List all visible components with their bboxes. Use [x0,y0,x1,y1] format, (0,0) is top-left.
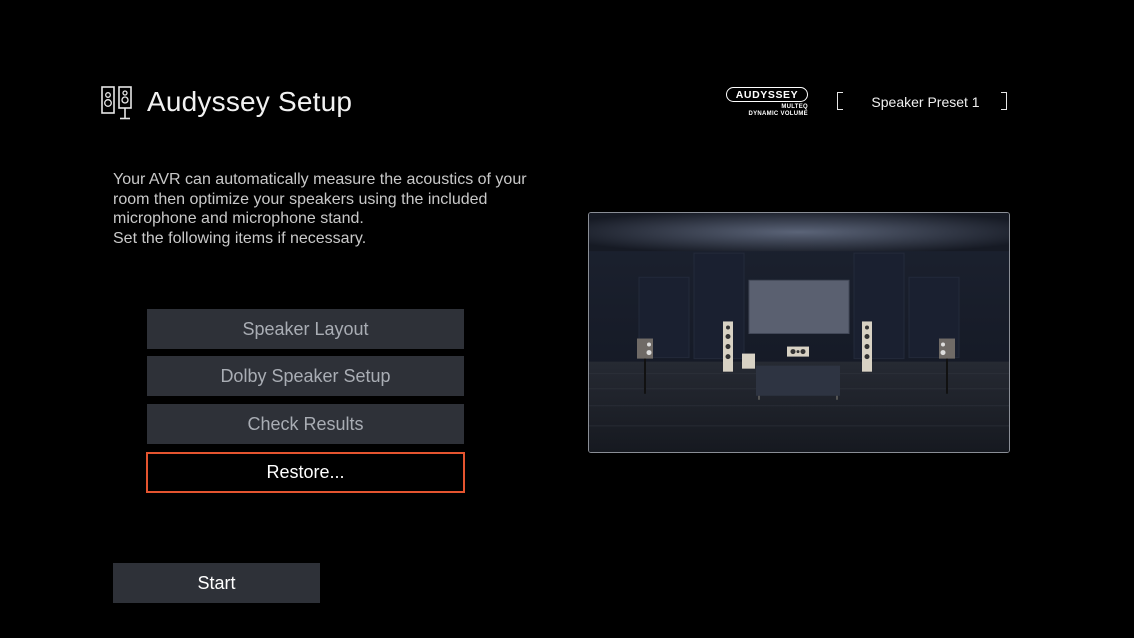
speaker-preset: Speaker Preset 1 [834,92,1010,114]
page-title: Audyssey Setup [147,86,353,117]
speaker-layout-button[interactable]: Speaker Layout [147,309,464,349]
restore-button[interactable]: Restore... [146,452,465,493]
preset-label: Speaker Preset 1 [871,94,980,110]
logo-line1: MULTEQ [781,104,808,110]
description-line2: Set the following items if necessary. [113,229,367,247]
audyssey-logo: AUDYSSEY MULTEQ DYNAMIC VOLUME [722,86,814,122]
logo-brand: AUDYSSEY [726,87,808,102]
room-preview-image [588,212,1010,453]
dolby-speaker-setup-button[interactable]: Dolby Speaker Setup [147,356,464,396]
right-bracket-icon [1001,92,1007,110]
description-line1: Your AVR can automatically measure the a… [113,171,527,227]
logo-line2: DYNAMIC VOLUME [748,111,808,117]
check-results-button[interactable]: Check Results [147,404,464,444]
speakers-icon [101,86,133,120]
start-button[interactable]: Start [113,563,320,603]
description: Your AVR can automatically measure the a… [113,170,563,248]
